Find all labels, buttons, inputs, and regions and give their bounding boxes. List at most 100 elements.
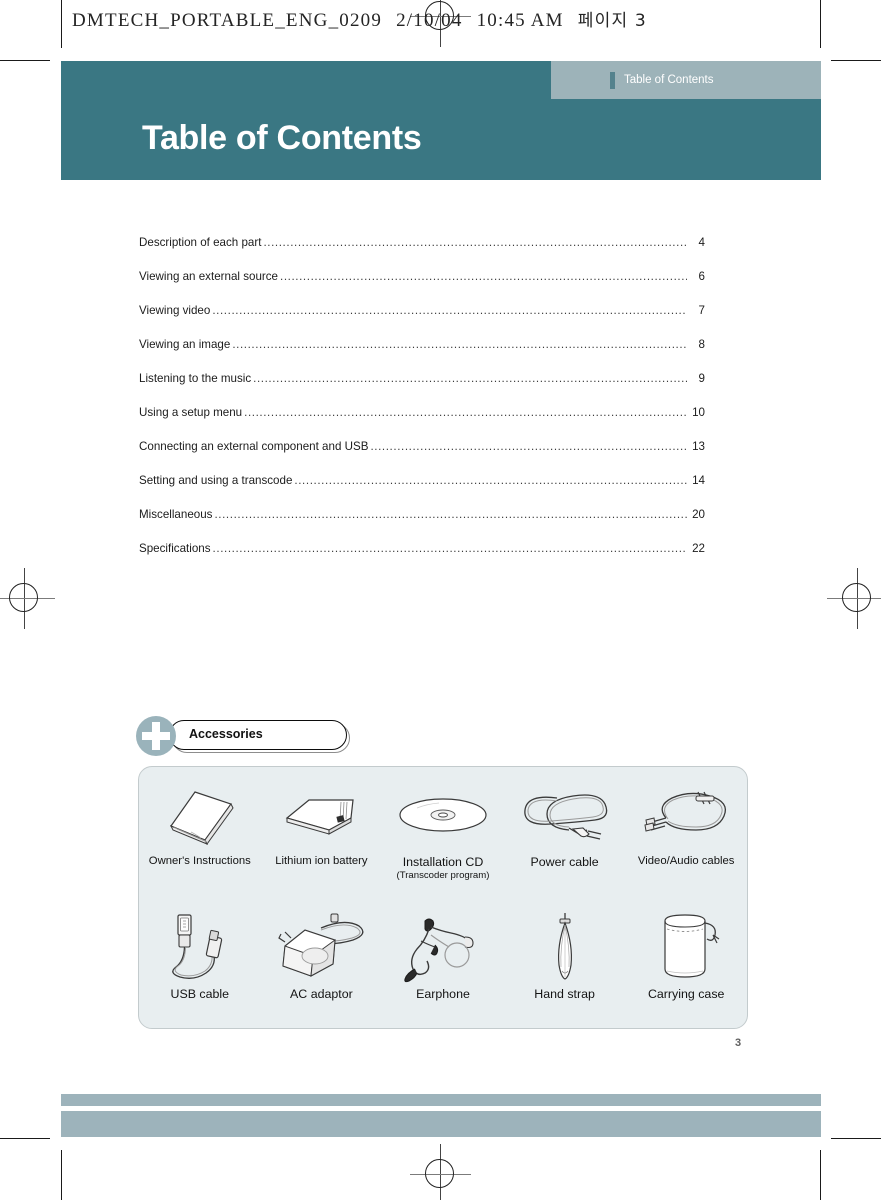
- crop-mark-bottom-right-horizontal: [831, 1138, 881, 1139]
- toc-leader-dots: [214, 508, 687, 520]
- registration-circle: [842, 583, 871, 612]
- power-cable-icon: [517, 779, 613, 851]
- crop-mark-top-right-vertical: [820, 0, 821, 48]
- accessory-item: Owner's Instructions: [139, 779, 261, 897]
- toc-entry-label: Viewing an external source: [139, 270, 278, 283]
- hand-strap-icon: [545, 911, 585, 983]
- toc-entry-label: Viewing video: [139, 304, 211, 317]
- accessory-item: Power cable: [504, 779, 626, 897]
- accessory-item: Carrying case: [625, 911, 747, 1029]
- toc-leader-dots: [212, 304, 687, 316]
- footer-band-lower: [61, 1111, 821, 1137]
- accessory-item: USB cable: [139, 911, 261, 1029]
- accessory-label: AC adaptor: [290, 987, 353, 1001]
- accessory-item: Lithium ion battery: [261, 779, 383, 897]
- toc-leader-dots: [294, 474, 687, 486]
- registration-mark-left: [0, 568, 55, 629]
- accessory-label: Installation CD: [402, 855, 484, 869]
- toc-entry[interactable]: Using a setup menu 10: [139, 406, 705, 440]
- toc-entry-label: Specifications: [139, 542, 211, 555]
- accessory-item: AC adaptor: [261, 911, 383, 1029]
- toc-leader-dots: [244, 406, 687, 418]
- accessory-label: Carrying case: [647, 987, 725, 1001]
- toc-entry-page: 10: [692, 406, 705, 419]
- page-title: Table of Contents: [142, 119, 422, 157]
- title-banner: Table of Contents Table of Contents: [61, 61, 821, 180]
- registration-mark-bottom-center: [410, 1144, 471, 1200]
- toc-leader-dots: [370, 440, 687, 452]
- toc-entry-page: 22: [692, 542, 705, 555]
- toc-entry[interactable]: Viewing video 7: [139, 304, 705, 338]
- compact-disc-icon: [397, 779, 489, 851]
- prepress-header: DMTECH_PORTABLE_ENG_0209 2/10/04 10:45 AM 페…: [72, 6, 647, 32]
- toc-entry-page: 4: [698, 236, 705, 249]
- toc-entry[interactable]: Setting and using a transcode 14: [139, 474, 705, 508]
- crop-mark-top-left-horizontal: [0, 60, 50, 61]
- accessory-sublabel: (Transcoder program): [396, 870, 490, 882]
- toc-entry[interactable]: Description of each part 4: [139, 236, 705, 270]
- accessory-label: Earphone: [416, 987, 470, 1001]
- crop-mark-top-left-vertical: [61, 0, 62, 48]
- toc-leader-dots: [280, 270, 687, 282]
- accessory-label: Hand strap: [534, 987, 595, 1001]
- toc-entry[interactable]: Listening to the music 9: [139, 372, 705, 406]
- toc-entry-page: 8: [698, 338, 705, 351]
- toc-entry[interactable]: Specifications 22: [139, 542, 705, 576]
- tab-marker: [610, 71, 615, 89]
- registration-circle: [425, 1159, 454, 1188]
- accessory-item: Earphone: [382, 911, 504, 1029]
- toc-entry-page: 6: [698, 270, 705, 283]
- registration-mark-right: [827, 568, 881, 629]
- carrying-pouch-icon: [645, 911, 727, 983]
- toc-leader-dots: [213, 542, 687, 554]
- table-of-contents: Description of each part 4 Viewing an ex…: [139, 236, 705, 576]
- prepress-filename: DMTECH_PORTABLE_ENG_0209: [72, 10, 383, 31]
- toc-leader-dots: [232, 338, 687, 350]
- toc-entry[interactable]: Viewing an image 8: [139, 338, 705, 372]
- battery-pack-icon: [279, 779, 363, 851]
- plus-circle-icon: [136, 716, 176, 756]
- accessories-badge: Accessories: [136, 716, 350, 756]
- toc-entry-page: 14: [692, 474, 705, 487]
- toc-entry-label: Using a setup menu: [139, 406, 243, 419]
- toc-entry-label: Listening to the music: [139, 372, 252, 385]
- toc-entry-page: 13: [692, 440, 705, 453]
- earphone-icon: [395, 911, 491, 983]
- tab-label: Table of Contents: [624, 74, 714, 86]
- toc-entry[interactable]: Miscellaneous 20: [139, 508, 705, 542]
- accessory-label: USB cable: [170, 987, 230, 1001]
- crop-mark-bottom-left-horizontal: [0, 1138, 50, 1139]
- toc-entry[interactable]: Connecting an external component and USB…: [139, 440, 705, 474]
- ac-adaptor-icon: [271, 911, 371, 983]
- accessory-label: Power cable: [530, 855, 599, 869]
- toc-entry-label: Description of each part: [139, 236, 262, 249]
- banner-section-tab: Table of Contents: [551, 61, 821, 99]
- toc-leader-dots: [263, 236, 687, 248]
- toc-entry[interactable]: Viewing an external source 6: [139, 270, 705, 304]
- crop-mark-top-right-horizontal: [831, 60, 881, 61]
- crop-mark-bottom-right-vertical: [820, 1150, 821, 1200]
- accessory-item: Video/Audio cables: [625, 779, 747, 897]
- toc-entry-page: 20: [692, 508, 705, 521]
- prepress-time: 10:45 AM: [476, 10, 564, 31]
- toc-entry-label: Miscellaneous: [139, 508, 213, 521]
- accessory-label: Lithium ion battery: [275, 855, 368, 867]
- accessories-grid: Owner's Instructions Lithium ion battery…: [139, 779, 747, 1029]
- toc-entry-page: 7: [698, 304, 705, 317]
- accessories-panel: Owner's Instructions Lithium ion battery…: [138, 766, 748, 1029]
- accessory-label: Owner's Instructions: [148, 855, 251, 867]
- page-number: 3: [735, 1037, 742, 1049]
- plus-icon-horizontal-bar: [142, 732, 170, 740]
- toc-entry-label: Connecting an external component and USB: [139, 440, 369, 453]
- crop-mark-bottom-left-vertical: [61, 1150, 62, 1200]
- accessory-item: Installation CD (Transcoder program): [382, 779, 504, 897]
- manual-booklet-icon: [161, 779, 239, 851]
- accessory-label: Video/Audio cables: [637, 855, 735, 867]
- prepress-page-label: 페이지 3: [577, 11, 647, 31]
- toc-entry-label: Viewing an image: [139, 338, 231, 351]
- av-cable-icon: [638, 779, 734, 851]
- toc-entry-page: 9: [698, 372, 705, 385]
- footer-band-upper: [61, 1094, 821, 1106]
- accessory-item: Hand strap: [504, 911, 626, 1029]
- usb-cable-icon: [160, 911, 240, 983]
